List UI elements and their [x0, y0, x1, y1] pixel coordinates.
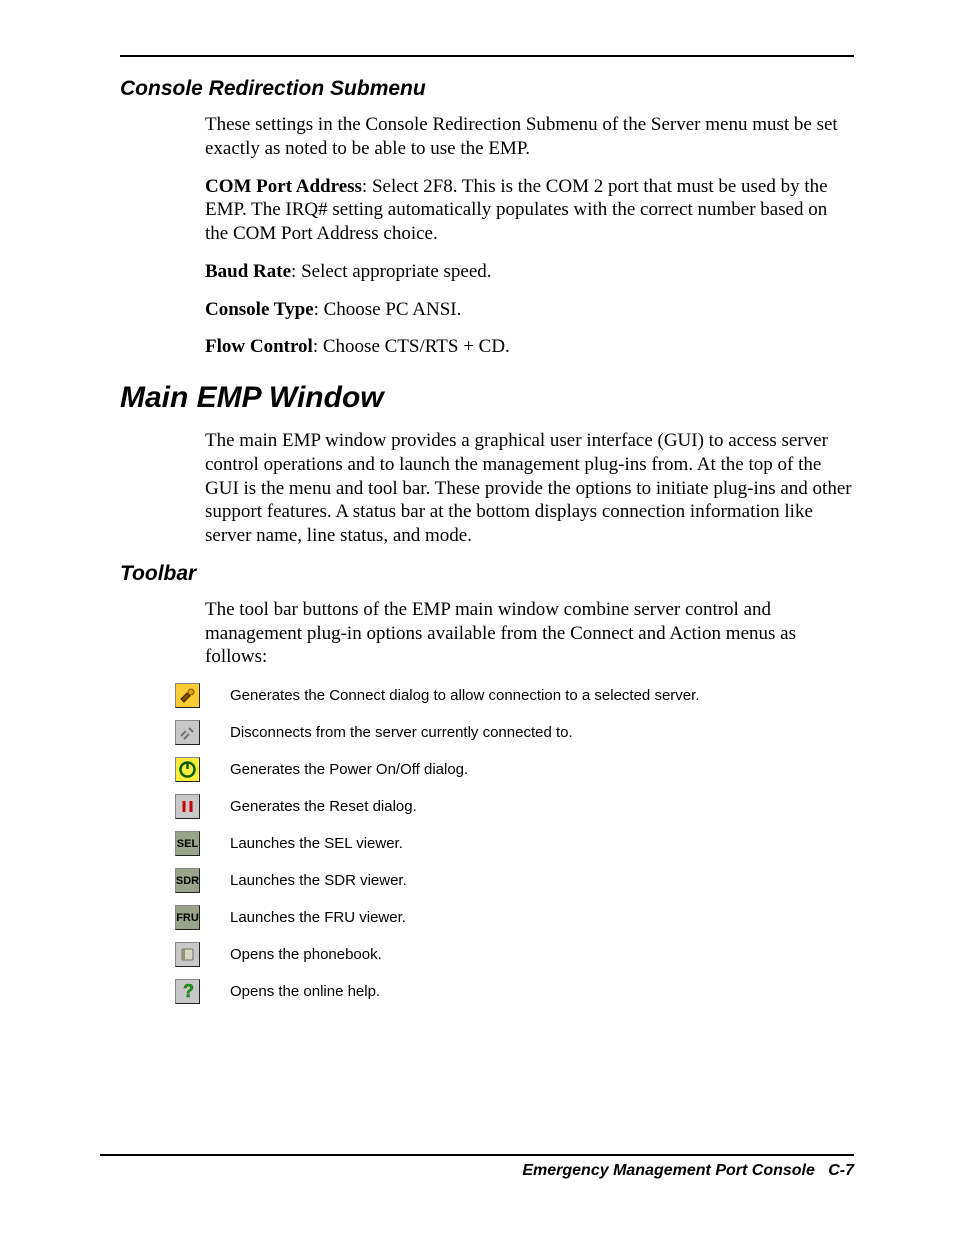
svg-text:?: ?: [183, 982, 194, 1001]
help-icon: ?: [175, 979, 200, 1004]
text-flow-control: : Choose CTS/RTS + CD.: [313, 336, 510, 357]
heading-toolbar: Toolbar: [120, 562, 854, 586]
section1-p1: These settings in the Console Redirectio…: [205, 113, 854, 161]
label-flow-control: Flow Control: [205, 336, 313, 357]
toolbar-desc: Opens the phonebook.: [230, 946, 382, 963]
section1-p4: Console Type: Choose PC ANSI.: [205, 298, 854, 322]
toolbar-row-power: Generates the Power On/Off dialog.: [175, 757, 854, 782]
footer: Emergency Management Port Console C-7: [100, 1154, 854, 1180]
toolbar-desc: Generates the Reset dialog.: [230, 798, 417, 815]
label-baud: Baud Rate: [205, 261, 291, 282]
toolbar-row-help: ? Opens the online help.: [175, 979, 854, 1004]
reset-icon: [175, 794, 200, 819]
footer-page: C-7: [828, 1162, 854, 1179]
section1-p2: COM Port Address: Select 2F8. This is th…: [205, 175, 854, 246]
toolbar-row-phonebook: Opens the phonebook.: [175, 942, 854, 967]
fru-icon: FRU: [175, 905, 200, 930]
sel-icon: SEL: [175, 831, 200, 856]
toolbar-row-connect: Generates the Connect dialog to allow co…: [175, 683, 854, 708]
toolbar-desc: Launches the FRU viewer.: [230, 909, 406, 926]
toolbar-list: Generates the Connect dialog to allow co…: [120, 683, 854, 1004]
toolbar-desc: Generates the Connect dialog to allow co…: [230, 687, 699, 704]
toolbar-desc: Generates the Power On/Off dialog.: [230, 761, 468, 778]
label-com-port: COM Port Address: [205, 176, 362, 197]
section3-intro: The tool bar buttons of the EMP main win…: [205, 598, 854, 669]
page: Console Redirection Submenu These settin…: [0, 0, 954, 1235]
toolbar-desc: Launches the SDR viewer.: [230, 872, 407, 889]
toolbar-row-fru: FRU Launches the FRU viewer.: [175, 905, 854, 930]
section2-body: The main EMP window provides a graphical…: [205, 429, 854, 548]
toolbar-row-sel: SEL Launches the SEL viewer.: [175, 831, 854, 856]
toolbar-row-sdr: SDR Launches the SDR viewer.: [175, 868, 854, 893]
toolbar-desc: Launches the SEL viewer.: [230, 835, 403, 852]
toolbar-desc: Opens the online help.: [230, 983, 380, 1000]
toolbar-desc: Disconnects from the server currently co…: [230, 724, 573, 741]
heading-main-emp: Main EMP Window: [120, 381, 854, 415]
section1-body: These settings in the Console Redirectio…: [205, 113, 854, 359]
footer-title: Emergency Management Port Console: [522, 1162, 815, 1179]
disconnect-icon: [175, 720, 200, 745]
label-console-type: Console Type: [205, 299, 314, 320]
bottom-rule: [100, 1154, 854, 1156]
toolbar-row-disconnect: Disconnects from the server currently co…: [175, 720, 854, 745]
sdr-icon: SDR: [175, 868, 200, 893]
section1-p5: Flow Control: Choose CTS/RTS + CD.: [205, 335, 854, 359]
toolbar-row-reset: Generates the Reset dialog.: [175, 794, 854, 819]
text-baud: : Select appropriate speed.: [291, 261, 491, 282]
section2-p1: The main EMP window provides a graphical…: [205, 429, 854, 548]
top-rule: [120, 55, 854, 57]
section3-body: The tool bar buttons of the EMP main win…: [205, 598, 854, 669]
section1-p3: Baud Rate: Select appropriate speed.: [205, 260, 854, 284]
phonebook-icon: [175, 942, 200, 967]
text-console-type: : Choose PC ANSI.: [314, 299, 462, 320]
footer-text: Emergency Management Port Console C-7: [100, 1162, 854, 1180]
connect-icon: [175, 683, 200, 708]
heading-console-redirection: Console Redirection Submenu: [120, 77, 854, 101]
power-icon: [175, 757, 200, 782]
